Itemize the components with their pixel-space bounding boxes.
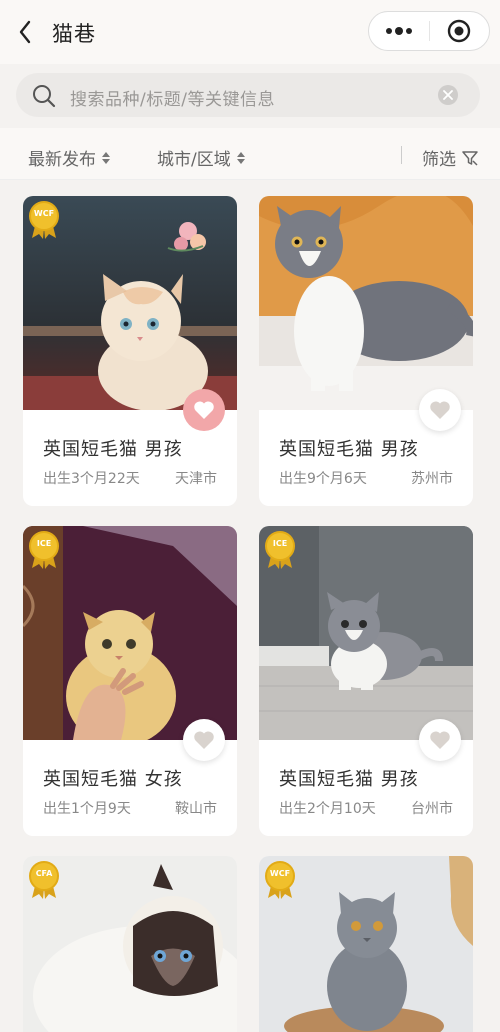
page-title: 猫巷 [52,22,96,46]
target-icon [448,19,471,43]
listing-card[interactable]: ICE 英国短毛猫 男孩 出生2个月10天 台州市 [259,526,473,836]
certification-badge: WCF [263,860,297,900]
more-button[interactable] [369,12,429,50]
region-label: 城市/区域 [157,150,231,170]
favorite-button[interactable] [183,389,225,431]
search-bar[interactable]: 搜索品种/标题/等关键信息 [16,73,480,117]
filter-button[interactable]: 筛选 [422,145,478,170]
listing-name: 英国短毛猫 男孩 [279,439,419,460]
badge-label: ICE [36,539,52,548]
listing-age: 出生1个月9天 [43,801,131,817]
badge-label: ICE [272,539,288,548]
listing-city: 苏州市 [411,471,453,487]
listing-card[interactable]: 英国短毛猫 男孩 出生9个月6天 苏州市 [259,196,473,506]
search-icon [33,85,56,108]
listing-name: 英国短毛猫 男孩 [279,769,419,790]
search-input[interactable]: 搜索品种/标题/等关键信息 [70,85,275,110]
certification-badge: ICE [263,530,297,570]
filter-divider [401,146,402,164]
heart-icon [430,731,450,749]
filter-label: 筛选 [422,150,456,170]
favorite-button[interactable] [419,719,461,761]
funnel-icon [462,150,478,166]
favorite-button[interactable] [183,719,225,761]
listing-age: 出生2个月10天 [279,801,376,817]
listing-card[interactable]: WCF 英国短毛猫 男孩 出生3个月22天 天津市 [23,196,237,506]
listing-name: 英国短毛猫 男孩 [43,439,183,460]
region-dropdown[interactable]: 城市/区域 [157,145,245,170]
certification-badge: ICE [27,530,61,570]
region-arrows-icon [236,151,245,164]
favorite-button[interactable] [419,389,461,431]
heart-icon [194,731,214,749]
cat-photo [259,196,473,410]
listing-card[interactable]: ICE 英国短毛猫 女孩 出生1个月9天 鞍山市 [23,526,237,836]
sort-dropdown[interactable]: 最新发布 [28,145,110,170]
chevron-left-icon [19,20,31,44]
more-dots-icon [385,27,412,35]
close-miniprogram-button[interactable] [429,12,489,50]
heart-icon [194,401,214,419]
listing-card[interactable]: WCF [259,856,473,1032]
heart-icon [430,401,450,419]
listing-name: 英国短毛猫 女孩 [43,769,183,790]
listing-city: 鞍山市 [175,801,217,817]
badge-label: WCF [33,209,55,218]
top-bar: 猫巷 [0,0,500,64]
filter-bar: 最新发布 城市/区域 筛选 [0,128,500,180]
back-button[interactable] [12,18,38,46]
listing-city: 天津市 [175,471,217,487]
sort-label: 最新发布 [28,150,96,170]
miniprogram-capsule [368,11,490,51]
clear-search-button[interactable] [438,85,458,105]
listing-age: 出生9个月6天 [279,471,367,487]
listing-age: 出生3个月22天 [43,471,140,487]
certification-badge: WCF [27,200,61,240]
badge-label: CFA [35,869,53,878]
certification-badge: CFA [27,860,61,900]
listing-city: 台州市 [411,801,453,817]
badge-label: WCF [269,869,291,878]
close-icon [443,90,453,100]
sort-arrows-icon [102,151,110,164]
listing-card[interactable]: CFA [23,856,237,1032]
